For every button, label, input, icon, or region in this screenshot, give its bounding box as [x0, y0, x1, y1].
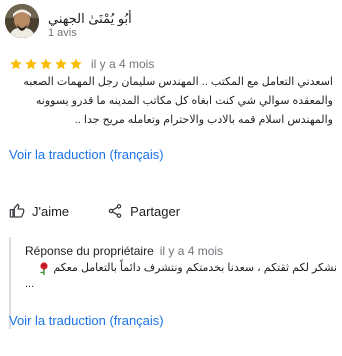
owner-reply-header: Réponse du propriétaire il y a 4 mois — [25, 244, 223, 258]
like-label: J'aime — [32, 203, 70, 219]
review-text-line: والمعقده سوالي شي كنت ابغاه كل مكاتب الم… — [35, 95, 333, 107]
star-rating — [9, 57, 84, 71]
thumbs-up-icon — [9, 203, 25, 218]
review-date: il y a 4 mois — [91, 57, 155, 71]
rating-row: il y a 4 mois — [9, 56, 154, 72]
review-card: أبُو يُمْنَىٰ الجهني 1 avis il y a 4 moi… — [0, 0, 342, 356]
star-icon — [25, 58, 37, 70]
star-icon — [40, 58, 52, 70]
owner-reply-date: il y a 4 mois — [159, 244, 224, 258]
reviewer-avatar[interactable] — [5, 4, 39, 38]
rose-emoji-icon — [40, 261, 48, 275]
star-icon — [55, 58, 67, 70]
review-actions: J'aime Partager — [9, 200, 180, 222]
share-button[interactable]: Partager — [107, 203, 180, 219]
review-text-line: والمهندس اسلام قمه بالادب والاحترام وتعا… — [74, 114, 333, 126]
reviewer-review-count: 1 avis — [48, 27, 77, 39]
like-button[interactable]: J'aime — [9, 203, 69, 219]
star-icon — [10, 58, 22, 70]
translate-reply-link[interactable]: Voir la traduction (français) — [9, 313, 164, 328]
avatar-image — [5, 4, 39, 38]
owner-reply-text: نشكر لكم ثقتكم ، سعدنا بخدمتكم ونتشرف دا… — [25, 260, 337, 292]
reviewer-name[interactable]: أبُو يُمْنَىٰ الجهني — [48, 11, 132, 27]
owner-reply-title: Réponse du propriétaire — [25, 244, 154, 258]
translate-review-link[interactable]: Voir la traduction (français) — [9, 147, 164, 162]
owner-reply-text-line-2: ... — [25, 278, 35, 290]
share-icon — [108, 204, 122, 218]
share-label: Partager — [130, 203, 181, 219]
star-icon — [70, 58, 82, 70]
owner-reply-text-line-1: نشكر لكم ثقتكم ، سعدنا بخدمتكم ونتشرف دا… — [53, 262, 337, 274]
review-text-line: اسعدني التعامل مع المكتب .. المهندس سليم… — [23, 76, 333, 88]
review-text: اسعدني التعامل مع المكتب .. المهندس سليم… — [9, 73, 333, 130]
